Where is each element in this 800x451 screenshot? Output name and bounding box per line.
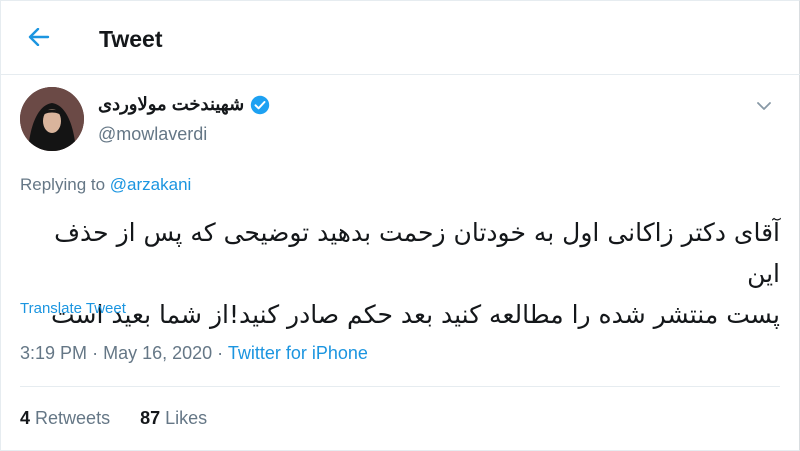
verified-badge-icon [250,95,270,115]
avatar[interactable] [20,87,84,151]
author-handle[interactable]: @mowlaverdi [98,124,207,145]
back-arrow-icon[interactable] [24,22,54,52]
tweet-text-line: آقای دکتر زاکانی اول به خودتان زحمت بدهی… [54,218,780,288]
author-name[interactable]: شهیندخت مولاوردی [98,94,244,115]
author-name-row: شهیندخت مولاوردی [98,94,270,115]
tweet-metadata: 3:19 PM · May 16, 2020 · Twitter for iPh… [20,343,368,364]
tweet-text: آقای دکتر زاکانی اول به خودتان زحمت بدهی… [20,212,780,335]
chevron-down-icon[interactable] [752,94,776,118]
replying-to: Replying to @arzakani [20,175,191,195]
likes-stat[interactable]: 87 Likes [140,408,207,429]
tweet-source-link[interactable]: Twitter for iPhone [228,343,368,363]
tweet-text-line: پست منتشر شده را مطالعه کنید بعد حکم صاد… [50,300,780,329]
translate-tweet-link[interactable]: Translate Tweet [20,300,126,317]
header-bar: Tweet [0,0,800,75]
likes-count: 87 [140,408,161,428]
retweets-label: Retweets [35,408,111,428]
page-title: Tweet [99,26,163,52]
engagement-stats: 4 Retweets 87 Likes [20,408,207,429]
meta-separator: · [92,343,99,363]
divider [20,386,780,387]
replying-to-label: Replying to [20,175,106,194]
retweets-stat[interactable]: 4 Retweets [20,408,110,429]
retweets-count: 4 [20,408,31,428]
likes-label: Likes [165,408,208,428]
replying-to-handle-link[interactable]: @arzakani [110,175,192,194]
tweet-time[interactable]: 3:19 PM [20,343,87,363]
meta-separator: · [217,343,224,363]
tweet-date[interactable]: May 16, 2020 [103,343,212,363]
